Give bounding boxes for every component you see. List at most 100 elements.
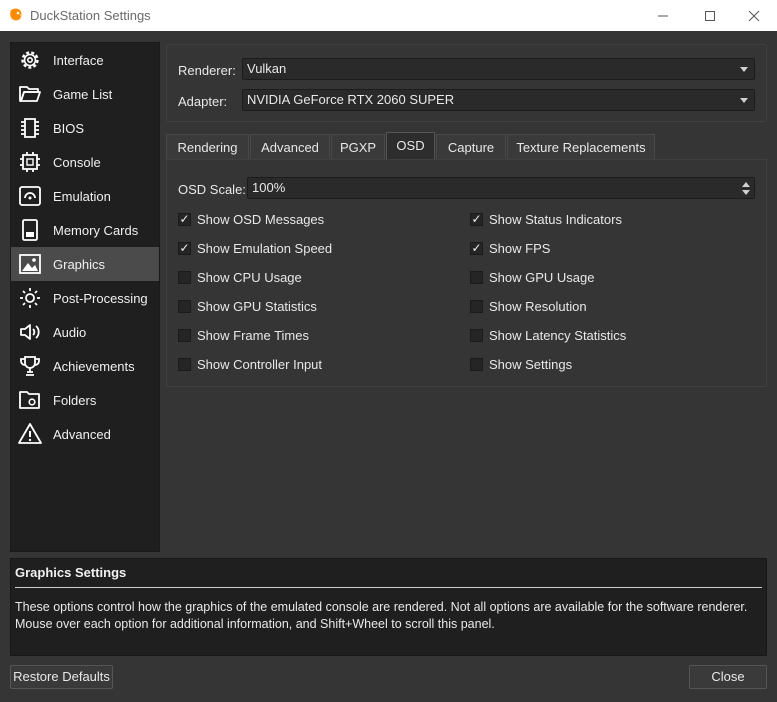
show-resolution-checkbox[interactable]: Show Resolution: [470, 297, 587, 315]
image-icon: [17, 251, 43, 277]
show-status-indicators-checkbox[interactable]: ✓ Show Status Indicators: [470, 210, 622, 228]
sidebar-item-emulation[interactable]: Emulation: [11, 179, 159, 213]
checkbox-checked-icon: ✓: [178, 211, 191, 226]
renderer-label: Renderer:: [178, 63, 236, 78]
osd-scale-value: 100%: [252, 180, 286, 195]
sidebar-item-label: Achievements: [53, 358, 135, 374]
show-controller-input-checkbox[interactable]: Show Controller Input: [178, 355, 322, 373]
sidebar-item-console[interactable]: Console: [11, 145, 159, 179]
sidebar-item-bios[interactable]: BIOS: [11, 111, 159, 145]
checkbox-unchecked-icon: [470, 270, 483, 284]
memory-card-icon: [17, 217, 43, 243]
tab-rendering[interactable]: Rendering: [166, 134, 249, 160]
show-frame-times-checkbox[interactable]: Show Frame Times: [178, 326, 309, 344]
show-latency-statistics-checkbox[interactable]: Show Latency Statistics: [470, 326, 626, 344]
settings-sidebar: Interface Game List BIOS Console Emulati…: [10, 42, 160, 552]
checkbox-unchecked-icon: [178, 299, 191, 313]
description-divider: [15, 587, 762, 588]
warning-icon: [17, 421, 43, 447]
maximize-icon: [705, 10, 715, 21]
checkbox-unchecked-icon: [470, 299, 483, 313]
checkbox-checked-icon: ✓: [178, 240, 191, 255]
checkbox-checked-icon: ✓: [470, 211, 483, 226]
osd-scale-spinbox[interactable]: 100%: [247, 177, 755, 199]
spin-down-icon[interactable]: [742, 190, 750, 195]
checkbox-label: Show CPU Usage: [197, 269, 302, 285]
show-emulation-speed-checkbox[interactable]: ✓ Show Emulation Speed: [178, 239, 332, 257]
sidebar-item-game-list[interactable]: Game List: [11, 77, 159, 111]
spin-up-icon[interactable]: [742, 182, 750, 187]
renderer-select[interactable]: Vulkan: [242, 58, 755, 80]
tab-osd[interactable]: OSD: [386, 132, 435, 160]
minimize-button[interactable]: [640, 0, 686, 31]
chevron-down-icon: [740, 67, 748, 72]
sidebar-item-label: Graphics: [53, 256, 106, 272]
window-title: DuckStation Settings: [30, 8, 151, 23]
checkbox-label: Show Status Indicators: [489, 211, 622, 227]
brightness-icon: [17, 285, 43, 311]
checkbox-label: Show Controller Input: [197, 356, 323, 372]
title-bar: DuckStation Settings: [0, 0, 777, 31]
close-icon: [748, 10, 760, 21]
renderer-value: Vulkan: [247, 61, 287, 76]
show-gpu-usage-checkbox[interactable]: Show GPU Usage: [470, 268, 595, 286]
checkbox-checked-icon: ✓: [470, 240, 483, 255]
sidebar-item-label: Interface: [53, 52, 104, 68]
trophy-icon: [17, 353, 43, 379]
folder-open-icon: [17, 81, 43, 107]
sidebar-item-label: Post-Processing: [53, 290, 148, 306]
sidebar-item-label: Game List: [53, 86, 113, 102]
sidebar-item-achievements[interactable]: Achievements: [11, 349, 159, 383]
sidebar-item-label: BIOS: [53, 120, 85, 136]
show-osd-messages-checkbox[interactable]: ✓ Show OSD Messages: [178, 210, 324, 228]
checkbox-unchecked-icon: [178, 270, 191, 284]
show-gpu-statistics-checkbox[interactable]: Show GPU Statistics: [178, 297, 317, 315]
settings-description-box: Graphics Settings These options control …: [10, 558, 767, 656]
sidebar-item-advanced[interactable]: Advanced: [11, 417, 159, 451]
sidebar-item-memory-cards[interactable]: Memory Cards: [11, 213, 159, 247]
checkbox-unchecked-icon: [178, 328, 191, 342]
adapter-value: NVIDIA GeForce RTX 2060 SUPER: [247, 92, 455, 107]
sidebar-item-label: Audio: [53, 324, 87, 340]
settings-icon: [17, 47, 43, 73]
speaker-icon: [17, 319, 43, 345]
tab-capture[interactable]: Capture: [436, 134, 506, 160]
sidebar-item-label: Memory Cards: [53, 222, 139, 238]
maximize-button[interactable]: [687, 0, 733, 31]
sidebar-item-interface[interactable]: Interface: [11, 43, 159, 77]
chevron-down-icon: [740, 98, 748, 103]
sidebar-item-label: Emulation: [53, 188, 111, 204]
checkbox-label: Show Resolution: [489, 298, 587, 314]
emulation-icon: [17, 183, 43, 209]
tab-texture-replacements[interactable]: Texture Replacements: [507, 134, 655, 160]
sidebar-item-post-processing[interactable]: Post-Processing: [11, 281, 159, 315]
tab-advanced[interactable]: Advanced: [250, 134, 330, 160]
minimize-icon: [658, 15, 668, 16]
checkbox-label: Show GPU Usage: [489, 269, 595, 285]
checkbox-unchecked-icon: [178, 357, 191, 371]
restore-defaults-button[interactable]: Restore Defaults: [10, 665, 113, 689]
sidebar-item-audio[interactable]: Audio: [11, 315, 159, 349]
tab-pgxp[interactable]: PGXP: [331, 134, 385, 160]
checkbox-unchecked-icon: [470, 357, 483, 371]
sidebar-item-label: Console: [53, 154, 101, 170]
folder-settings-icon: [17, 387, 43, 413]
checkbox-unchecked-icon: [470, 328, 483, 342]
sidebar-item-label: Folders: [53, 392, 97, 408]
chip-icon: [17, 115, 43, 141]
adapter-select[interactable]: NVIDIA GeForce RTX 2060 SUPER: [242, 89, 755, 111]
close-window-button[interactable]: [731, 0, 777, 31]
checkbox-label: Show OSD Messages: [197, 211, 325, 227]
checkbox-label: Show Settings: [489, 356, 573, 372]
description-title: Graphics Settings: [15, 565, 127, 580]
close-button[interactable]: Close: [689, 665, 767, 689]
duckstation-logo-icon: [10, 8, 23, 21]
show-cpu-usage-checkbox[interactable]: Show CPU Usage: [178, 268, 302, 286]
checkbox-label: Show FPS: [489, 240, 551, 256]
show-fps-checkbox[interactable]: ✓ Show FPS: [470, 239, 550, 257]
sidebar-item-folders[interactable]: Folders: [11, 383, 159, 417]
checkbox-label: Show Frame Times: [197, 327, 309, 343]
adapter-label: Adapter:: [178, 94, 228, 109]
show-settings-checkbox[interactable]: Show Settings: [470, 355, 572, 373]
sidebar-item-graphics[interactable]: Graphics: [11, 247, 159, 281]
